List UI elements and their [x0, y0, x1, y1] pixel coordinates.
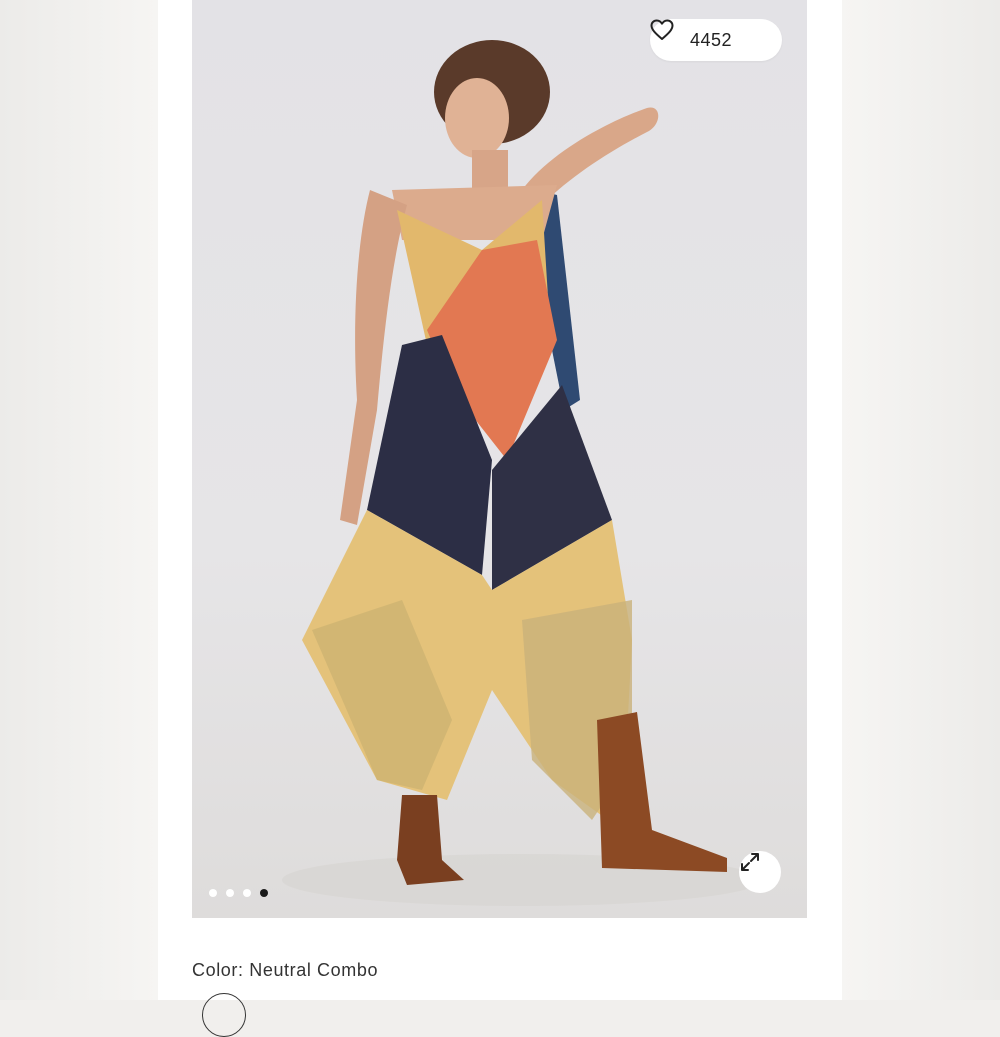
color-selection-label: Color: Neutral Combo: [192, 960, 378, 981]
gallery-dot-2[interactable]: [226, 889, 234, 897]
gallery-dot-1[interactable]: [209, 889, 217, 897]
gallery-dot-3[interactable]: [243, 889, 251, 897]
left-backdrop: [0, 0, 158, 1000]
product-photo[interactable]: 4452: [192, 0, 807, 918]
model-illustration: [282, 40, 762, 906]
gallery-pagination: [209, 889, 268, 897]
color-value: Neutral Combo: [249, 960, 379, 980]
product-panel: 4452 Color: Neutral Combo: [158, 0, 842, 1037]
color-label: Color:: [192, 960, 244, 980]
favorite-button[interactable]: 4452: [650, 19, 782, 61]
expand-image-button[interactable]: [739, 851, 781, 893]
gallery-dot-4[interactable]: [260, 889, 268, 897]
right-backdrop: [842, 0, 1000, 1000]
favorite-count: 4452: [689, 29, 733, 50]
